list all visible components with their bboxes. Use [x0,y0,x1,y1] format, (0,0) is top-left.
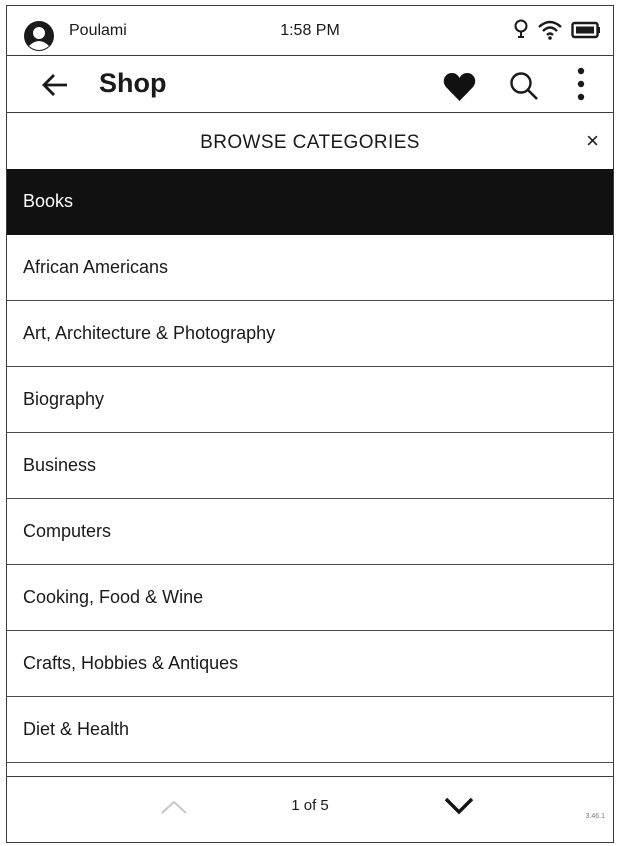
page-indicator: 1 of 5 [291,797,329,814]
chevron-down-icon[interactable] [443,795,475,817]
browse-title: BROWSE CATEGORIES [200,132,420,153]
close-icon[interactable]: × [586,130,599,152]
back-arrow-icon[interactable] [41,72,69,98]
wifi-icon[interactable] [537,19,563,46]
category-item[interactable]: Business [7,433,613,499]
category-list: Books African Americans Art, Architecture … [7,169,613,763]
category-item[interactable]: Crafts, Hobbies & Antiques [7,631,613,697]
category-label: Biography [23,389,105,409]
category-item[interactable]: Biography [7,367,613,433]
category-item[interactable]: Diet & Health [7,697,613,763]
category-label: Computers [23,521,112,541]
category-item[interactable]: African Americans [7,235,613,301]
status-icons [513,19,601,46]
category-label: Cooking, Food & Wine [23,587,204,607]
version-label: 3.46.1 [585,813,605,820]
category-label: Books [23,191,74,211]
browse-categories-header: BROWSE CATEGORIES × [7,113,613,169]
category-item[interactable]: Art, Architecture & Photography [7,301,613,367]
app-header: Shop [7,56,613,113]
category-label: Diet & Health [23,719,130,739]
category-label: African Americans [23,257,169,277]
search-icon[interactable] [508,70,540,102]
status-bar: Poulami 1:58 PM [7,6,613,56]
category-item[interactable]: Books [7,169,613,235]
category-label: Crafts, Hobbies & Antiques [23,653,239,673]
wishlist-heart-icon[interactable] [443,72,476,102]
category-item[interactable]: Computers [7,499,613,565]
pagination-footer: 1 of 5 3.46.1 [7,776,613,842]
category-label: Business [23,455,97,475]
device-screen: Poulami 1:58 PM Shop BROWSE CATEGORIES ×… [6,5,614,843]
category-item[interactable]: Cooking, Food & Wine [7,565,613,631]
category-label: Art, Architecture & Photography [23,323,276,343]
more-options-icon[interactable] [573,66,589,102]
page-title: Shop [99,68,167,98]
battery-icon [571,20,601,45]
light-bulb-icon[interactable] [513,19,529,46]
